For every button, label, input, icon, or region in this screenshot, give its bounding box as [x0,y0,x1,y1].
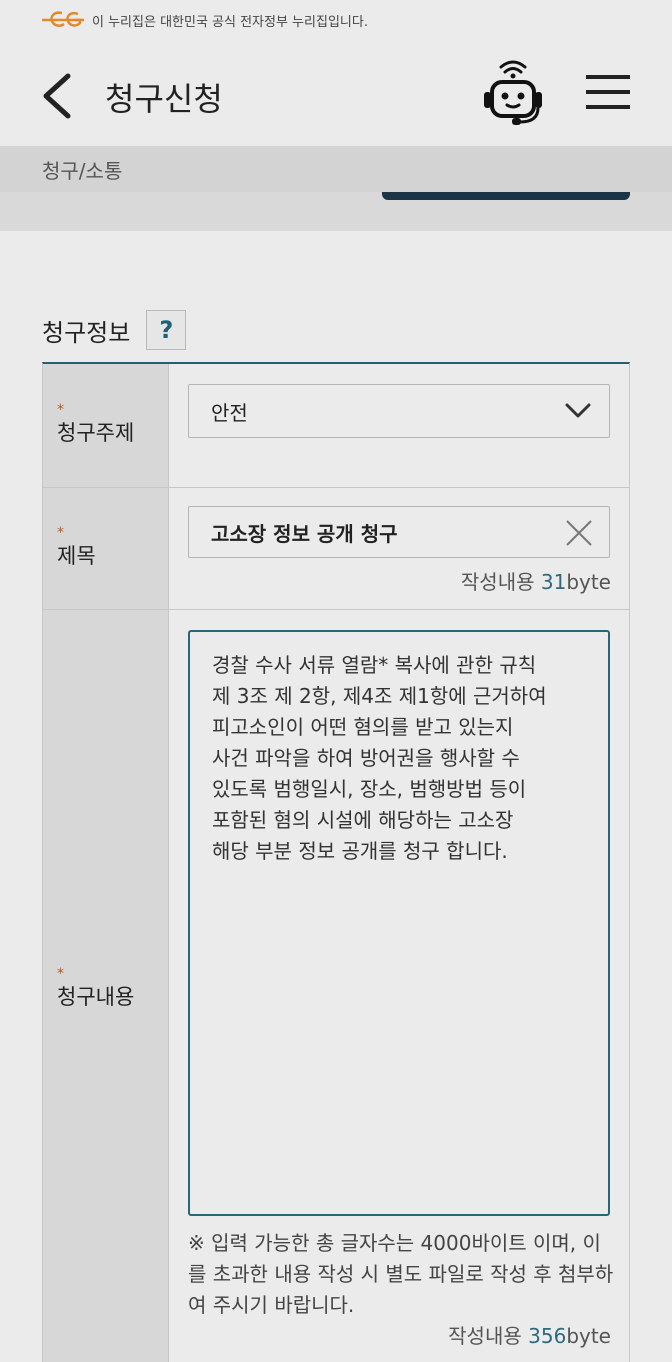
breadcrumb[interactable]: 청구/소통 [0,146,672,192]
active-tab-indicator [382,192,630,200]
chevron-down-icon [565,403,591,418]
subject-input-value: 고소장 정보 공개 청구 [211,521,398,546]
topic-label: 청구주제 [57,420,135,445]
byte-counter-suffix: byte [566,570,611,594]
chatbot-icon[interactable] [478,60,548,126]
required-mark: * [57,524,64,541]
topic-select-value: 안전 [211,400,248,425]
content-label: 청구내용 [57,985,135,1009]
back-arrow-icon[interactable] [36,70,80,122]
topic-select[interactable]: 안전 [188,384,610,438]
byte-counter-prefix: 작성내용 [448,1324,529,1348]
gov-banner-text: 이 누리집은 대한민국 공식 전자정부 누리집입니다. [92,14,368,30]
subject-label: 제목 [57,543,96,568]
form-row-subject: * 제목 고소장 정보 공개 청구 작성내용 31byte [43,488,629,610]
sub-navigation: 청구/소통 [0,146,672,231]
gov-banner: 이 누리집은 대한민국 공식 전자정부 누리집입니다. [0,0,672,40]
claim-form-table: * 청구주제 안전 * 제목 고소장 정보 공개 청구 작성내용 31byte … [42,362,630,1362]
subject-byte-counter: 작성내용 31byte [461,566,611,595]
topic-label-cell: * 청구주제 [43,364,169,487]
hamburger-menu-icon[interactable] [584,72,632,112]
subject-label-cell: * 제목 [43,488,169,609]
subject-field-cell: 고소장 정보 공개 청구 작성내용 31byte [170,488,629,609]
content-label-cell: * 청구내용 [43,610,169,1362]
byte-limit-notice: ※ 입력 가능한 총 글자수는 4000바이트 이며, 이를 초과한 내용 작성… [188,1231,614,1317]
content-textarea[interactable]: 경찰 수사 서류 열람* 복사에 관한 규칙 제 3조 제 2항, 제4조 제1… [188,630,610,1216]
clear-icon[interactable] [565,519,593,547]
section-header: 청구정보 ? [42,310,187,350]
page-title: 청구신청 [105,80,223,118]
section-title: 청구정보 [42,318,131,347]
help-button[interactable]: ? [146,310,187,350]
byte-counter-value: 356 [528,1324,567,1348]
byte-counter-value: 31 [540,570,567,594]
content-byte-counter: 작성내용 356byte [448,1320,611,1349]
required-mark: * [57,401,64,418]
required-mark: * [57,966,64,982]
content-field-cell: 경찰 수사 서류 열람* 복사에 관한 규칙 제 3조 제 2항, 제4조 제1… [170,610,629,1362]
app-header: 청구신청 [0,40,672,146]
form-row-content: * 청구내용 경찰 수사 서류 열람* 복사에 관한 규칙 제 3조 제 2항,… [43,610,629,1362]
topic-field-cell: 안전 [170,364,629,487]
form-row-topic: * 청구주제 안전 [43,364,629,488]
byte-counter-prefix: 작성내용 [460,570,541,594]
byte-counter-suffix: byte [566,1324,611,1348]
subject-input[interactable]: 고소장 정보 공개 청구 [188,506,610,558]
egov-logo-icon [42,11,84,27]
